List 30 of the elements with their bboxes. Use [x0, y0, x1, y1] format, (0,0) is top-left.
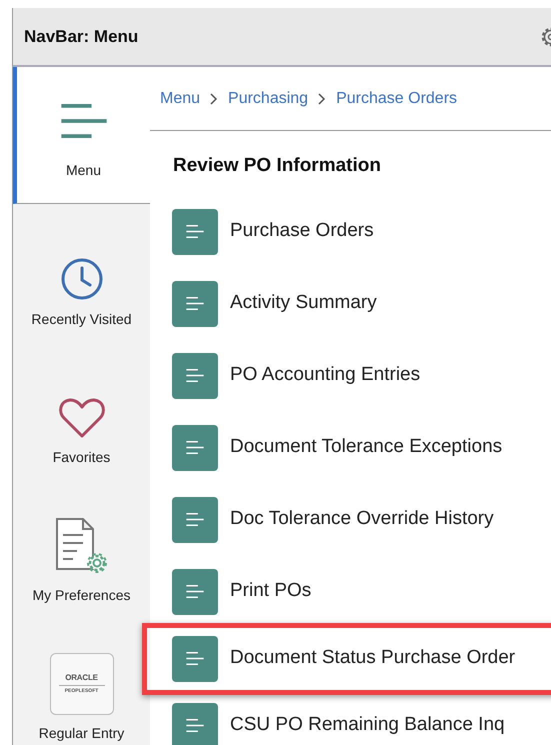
section-title: Review PO Information: [172, 154, 382, 178]
heart-icon: [58, 397, 106, 439]
lines-icon: [186, 225, 204, 238]
menu-item-link[interactable]: CSU PO Remaining Balance Inq: [230, 711, 505, 740]
menu-item-link[interactable]: Print POs: [230, 577, 312, 606]
lines-icon: [186, 513, 204, 526]
sidebar-item[interactable]: My Preferences: [13, 480, 150, 618]
sidebar-item[interactable]: Recently Visited: [13, 204, 150, 342]
breadcrumb-link[interactable]: Purchase Orders: [336, 86, 458, 110]
lines-icon: [186, 297, 204, 310]
menu-item-link[interactable]: Purchase Orders: [230, 217, 374, 246]
menu-item-link[interactable]: Activity Summary: [230, 289, 377, 318]
lines-icon: [186, 719, 204, 732]
lines-icon: [186, 652, 204, 665]
chevron-right-icon: [318, 92, 326, 104]
menu-icon: [60, 104, 106, 138]
menu-item-link[interactable]: Doc Tolerance Override History: [230, 505, 494, 534]
chevron-right-icon: [210, 92, 218, 104]
lines-icon: [186, 441, 204, 454]
sidebar-item[interactable]: Menu: [13, 67, 150, 204]
sidebar-item[interactable]: Favorites: [13, 342, 150, 480]
clock-icon: [60, 257, 104, 301]
breadcrumb-link[interactable]: Purchasing: [228, 86, 308, 110]
menu-item-link[interactable]: PO Accounting Entries: [230, 361, 420, 390]
lines-icon: [186, 369, 204, 382]
breadcrumb-link[interactable]: Menu: [160, 86, 200, 110]
menu-item-link[interactable]: Document Tolerance Exceptions: [230, 433, 502, 462]
menu-item-link[interactable]: Document Status Purchase Order: [230, 644, 516, 673]
header-title: NavBar: Menu: [24, 26, 138, 48]
lines-icon: [186, 585, 204, 598]
